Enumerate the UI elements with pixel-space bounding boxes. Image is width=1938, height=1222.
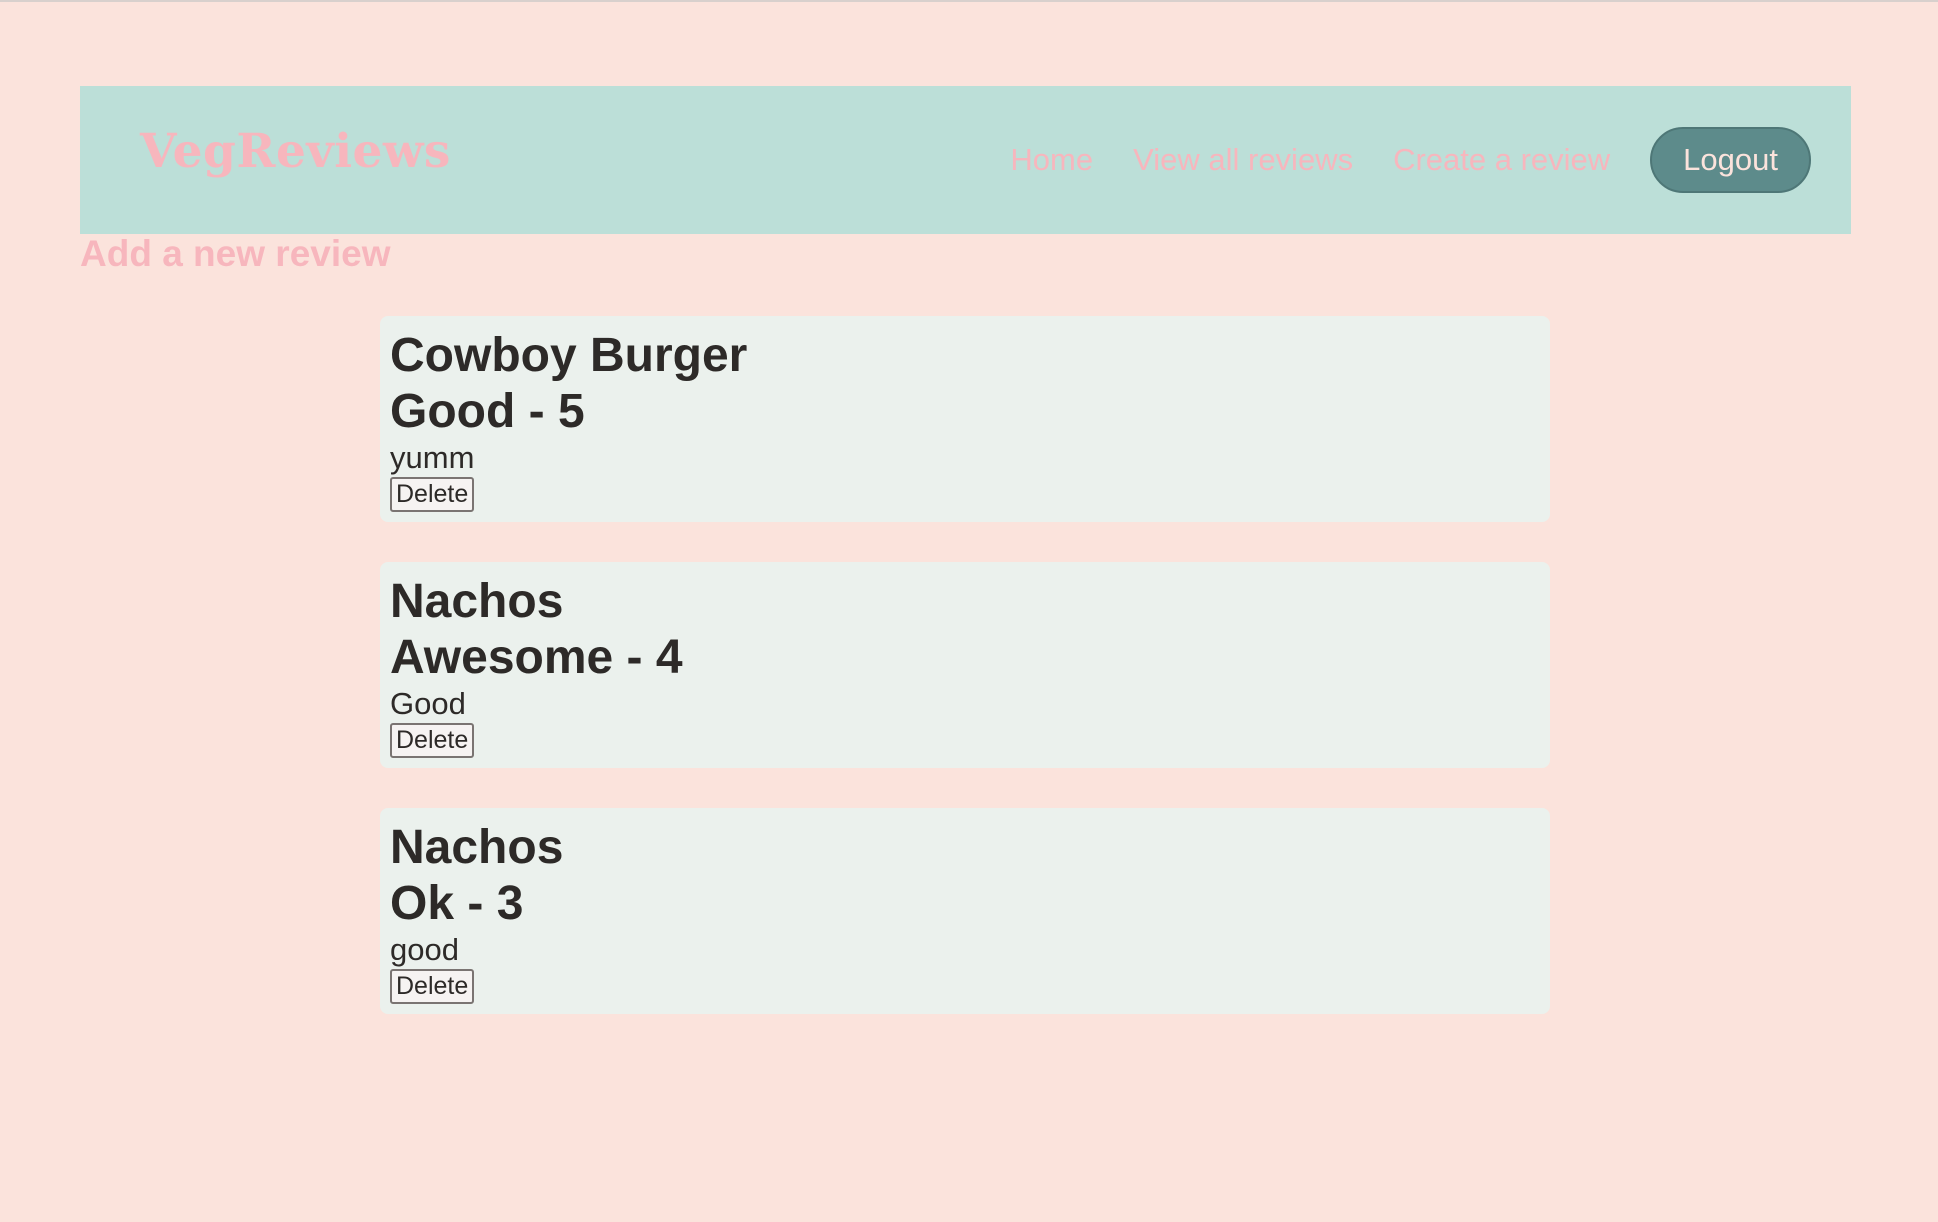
review-title: Nachos (390, 575, 564, 628)
logout-button[interactable]: Logout (1650, 127, 1811, 193)
delete-button[interactable]: Delete (390, 477, 475, 512)
delete-button[interactable]: Delete (390, 969, 475, 1004)
brand-logo[interactable]: VegReviews (140, 128, 451, 175)
navbar: VegReviews Home View all reviews Create … (80, 86, 1851, 234)
review-card: Cowboy Burger Good - 5 yumm Delete (380, 316, 1550, 522)
review-text: good (390, 932, 459, 967)
review-card: Nachos Ok - 3 good Delete (380, 808, 1550, 1014)
nav-link-view-all-reviews[interactable]: View all reviews (1133, 142, 1353, 178)
review-title: Nachos (390, 821, 564, 874)
review-list: Cowboy Burger Good - 5 yumm Delete Nacho… (380, 316, 1550, 1054)
add-new-review-link[interactable]: Add a new review (80, 233, 391, 275)
review-rating: Ok - 3 (390, 877, 524, 930)
review-title: Cowboy Burger (390, 329, 748, 382)
review-card: Nachos Awesome - 4 Good Delete (380, 562, 1550, 768)
nav-link-create-review[interactable]: Create a review (1393, 142, 1610, 178)
nav-link-home[interactable]: Home (1010, 142, 1093, 178)
delete-button[interactable]: Delete (390, 723, 475, 758)
review-rating: Good - 5 (390, 385, 585, 438)
review-rating: Awesome - 4 (390, 631, 683, 684)
window-top-edge (0, 0, 1938, 2)
review-text: Good (390, 686, 466, 721)
nav-links: Home View all reviews Create a review Lo… (1010, 126, 1811, 194)
review-text: yumm (390, 440, 475, 475)
